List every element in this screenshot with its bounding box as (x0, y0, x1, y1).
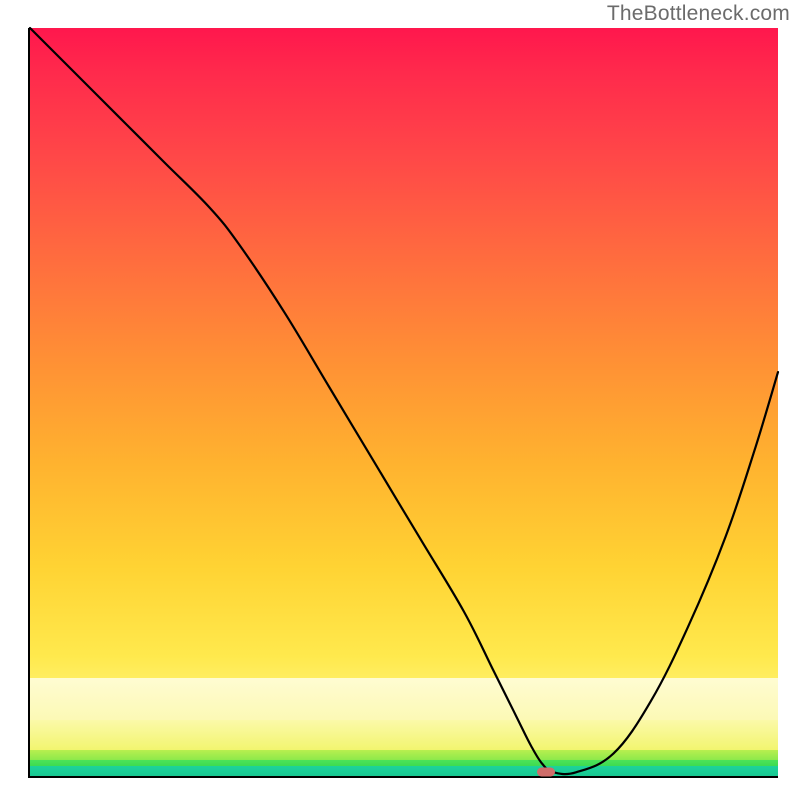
watermark-text: TheBottleneck.com (607, 2, 790, 26)
optimal-point-marker (537, 768, 555, 777)
plot-area (28, 28, 778, 778)
chart-container: TheBottleneck.com (0, 0, 800, 800)
bottleneck-curve (30, 28, 778, 776)
